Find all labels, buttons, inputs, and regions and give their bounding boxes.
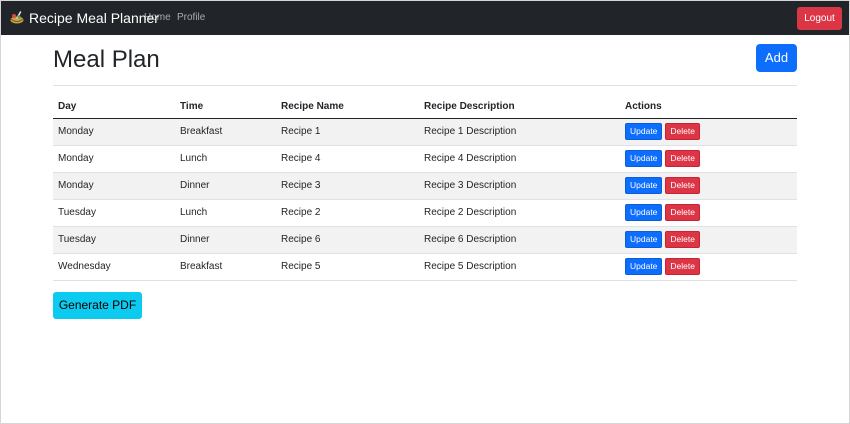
table-row: Monday Lunch Recipe 4 Recipe 4 Descripti… <box>53 145 797 173</box>
navbar-brand[interactable]: Recipe Meal Planner <box>9 1 159 35</box>
cell-actions: Update Delete <box>620 253 797 281</box>
update-button[interactable]: Update <box>625 150 663 167</box>
table-row: Tuesday Dinner Recipe 6 Recipe 6 Descrip… <box>53 226 797 254</box>
cell-day: Monday <box>53 145 175 173</box>
header-actions: Actions <box>620 96 797 119</box>
table-row: Tuesday Lunch Recipe 2 Recipe 2 Descript… <box>53 199 797 227</box>
delete-button[interactable]: Delete <box>665 231 700 248</box>
meal-plan-table: Day Time Recipe Name Recipe Description … <box>53 96 797 281</box>
delete-button[interactable]: Delete <box>665 258 700 275</box>
cell-time: Dinner <box>175 226 276 254</box>
nav-link-home[interactable]: Home <box>144 1 171 35</box>
cell-day: Tuesday <box>53 199 175 227</box>
generate-pdf-button[interactable]: Generate PDF <box>53 292 142 319</box>
delete-button[interactable]: Delete <box>665 204 700 221</box>
cell-recipe-description: Recipe 2 Description <box>419 199 620 227</box>
title-divider <box>53 85 797 86</box>
logout-button[interactable]: Logout <box>797 7 842 30</box>
brand-label: Recipe Meal Planner <box>29 10 159 26</box>
update-button[interactable]: Update <box>625 123 663 140</box>
cell-day: Monday <box>53 118 175 146</box>
page-title: Meal Plan <box>53 46 160 73</box>
add-button[interactable]: Add <box>756 44 797 72</box>
update-button[interactable]: Update <box>625 258 663 275</box>
table-row: Wednesday Breakfast Recipe 5 Recipe 5 De… <box>53 253 797 281</box>
cell-recipe-description: Recipe 5 Description <box>419 253 620 281</box>
table-header-row: Day Time Recipe Name Recipe Description … <box>53 96 797 119</box>
cell-recipe-description: Recipe 4 Description <box>419 145 620 173</box>
cell-recipe-description: Recipe 3 Description <box>419 172 620 200</box>
cell-actions: Update Delete <box>620 172 797 200</box>
update-button[interactable]: Update <box>625 204 663 221</box>
cell-time: Breakfast <box>175 253 276 281</box>
cell-actions: Update Delete <box>620 199 797 227</box>
delete-button[interactable]: Delete <box>665 123 700 140</box>
header-time: Time <box>175 96 276 119</box>
cell-recipe-name: Recipe 5 <box>276 253 419 281</box>
cell-recipe-name: Recipe 3 <box>276 172 419 200</box>
cell-time: Lunch <box>175 145 276 173</box>
cell-day: Tuesday <box>53 226 175 254</box>
cell-actions: Update Delete <box>620 118 797 146</box>
header-day: Day <box>53 96 175 119</box>
table-row: Monday Dinner Recipe 3 Recipe 3 Descript… <box>53 172 797 200</box>
cell-time: Breakfast <box>175 118 276 146</box>
delete-button[interactable]: Delete <box>665 150 700 167</box>
top-navbar: Recipe Meal Planner Home Profile Logout <box>1 1 849 35</box>
table-row: Monday Breakfast Recipe 1 Recipe 1 Descr… <box>53 118 797 146</box>
cell-recipe-description: Recipe 6 Description <box>419 226 620 254</box>
recipe-icon <box>10 11 24 24</box>
cell-recipe-name: Recipe 2 <box>276 199 419 227</box>
nav-link-profile[interactable]: Profile <box>177 1 205 35</box>
update-button[interactable]: Update <box>625 231 663 248</box>
cell-actions: Update Delete <box>620 226 797 254</box>
cell-time: Lunch <box>175 199 276 227</box>
cell-day: Wednesday <box>53 253 175 281</box>
cell-actions: Update Delete <box>620 145 797 173</box>
cell-recipe-description: Recipe 1 Description <box>419 118 620 146</box>
header-recipe-description: Recipe Description <box>419 96 620 119</box>
cell-recipe-name: Recipe 4 <box>276 145 419 173</box>
cell-recipe-name: Recipe 1 <box>276 118 419 146</box>
cell-recipe-name: Recipe 6 <box>276 226 419 254</box>
update-button[interactable]: Update <box>625 177 663 194</box>
delete-button[interactable]: Delete <box>665 177 700 194</box>
cell-day: Monday <box>53 172 175 200</box>
header-recipe-name: Recipe Name <box>276 96 419 119</box>
cell-time: Dinner <box>175 172 276 200</box>
